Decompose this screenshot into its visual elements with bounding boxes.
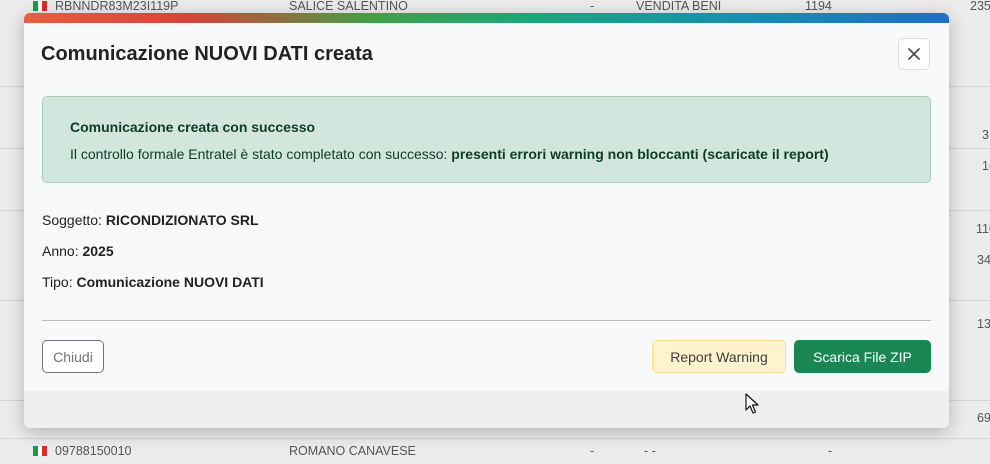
row-city: ROMANO CANAVESE [289, 444, 416, 458]
info-value: RICONDIZIONATO SRL [105, 212, 259, 228]
modal-gradient-bar [24, 13, 949, 23]
side-number: 16 [982, 159, 990, 173]
modal-dialog: Comunicazione NUOVI DATI creata Comunica… [24, 13, 949, 428]
info-label: Anno: [42, 243, 79, 259]
success-alert: Comunicazione creata con successo Il con… [42, 96, 931, 183]
alert-title: Comunicazione creata con successo [70, 119, 316, 135]
modal-footer [24, 391, 949, 428]
row-side: 235 [970, 0, 990, 13]
close-icon [908, 48, 920, 60]
row-dash: - [590, 444, 595, 458]
row-type: - - [644, 444, 656, 458]
row-divider [0, 438, 990, 439]
modal-title: Comunicazione NUOVI DATI creata [41, 43, 373, 65]
info-value: 2025 [82, 243, 114, 259]
row-num: 1194 [805, 0, 832, 13]
alert-text-bold: presenti errori warning non bloccanti (s… [451, 146, 829, 162]
info-value: Comunicazione NUOVI DATI [76, 274, 264, 290]
close-button[interactable] [898, 38, 930, 70]
row-type: VENDITA BENI [636, 0, 722, 13]
row-dash: - [590, 0, 595, 13]
side-number: 69 [977, 411, 990, 425]
alert-text: Il controllo formale Entratel è stato co… [70, 146, 448, 162]
side-number: 110 [976, 222, 990, 236]
table-row[interactable]: 09788150010 ROMANO CANAVESE - - - - [0, 440, 990, 464]
modal-divider [42, 320, 931, 321]
info-soggetto: Soggetto: RICONDIZIONATO SRL [42, 212, 259, 228]
italy-flag-icon [33, 446, 48, 456]
side-number: 13 [977, 317, 990, 331]
info-label: Tipo: [42, 274, 73, 290]
row-code: 09788150010 [55, 444, 132, 458]
scarica-zip-button[interactable]: Scarica File ZIP [794, 340, 931, 373]
side-number: 3 [982, 128, 989, 142]
info-tipo: Tipo: Comunicazione NUOVI DATI [42, 274, 264, 290]
side-number: 34 [977, 253, 990, 267]
mouse-cursor-icon [745, 393, 759, 414]
row-num: - [828, 444, 833, 458]
chiudi-button[interactable]: Chiudi [42, 340, 104, 373]
row-code: RBNNDR83M23I119P [55, 0, 179, 13]
modal-header: Comunicazione NUOVI DATI creata [24, 23, 949, 79]
info-anno: Anno: 2025 [42, 243, 114, 259]
italy-flag-icon [33, 1, 48, 11]
alert-message: Il controllo formale Entratel è stato co… [70, 146, 829, 162]
row-city: SALICE SALENTINO [289, 0, 408, 13]
report-warning-button[interactable]: Report Warning [652, 340, 786, 373]
info-label: Soggetto: [42, 212, 102, 228]
